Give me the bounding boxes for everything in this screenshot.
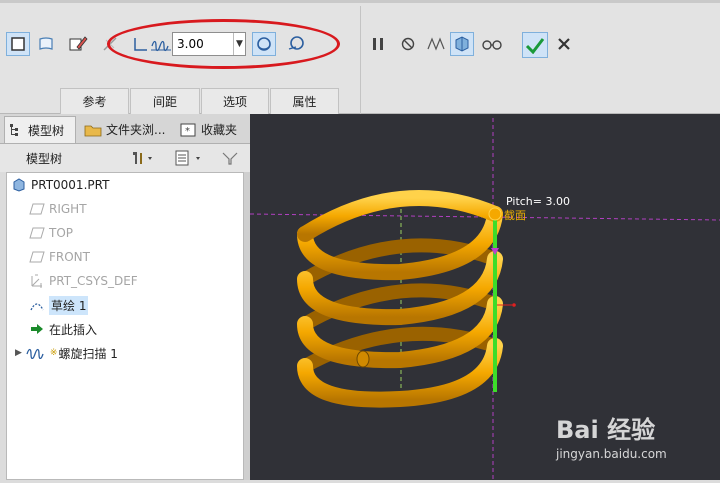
tree-item-insert-here[interactable]: 在此插入 (29, 319, 97, 339)
verify-mode-button[interactable] (450, 32, 474, 56)
solid-option-button[interactable] (6, 32, 30, 56)
tab-label: 属性 (292, 95, 317, 109)
tab-label: 参考 (82, 95, 107, 109)
tab-model-tree[interactable]: 模型树 (4, 116, 76, 143)
tools-icon (133, 152, 152, 164)
tree-item-front-plane[interactable]: FRONT (29, 247, 90, 267)
create-sketch-button[interactable] (66, 32, 90, 56)
surface-option-button[interactable] (34, 32, 58, 56)
helical-sweep-icon (26, 345, 46, 361)
tree-item-label: RIGHT (49, 202, 87, 216)
checkmark-icon (525, 38, 545, 54)
tree-item-label: 在此插入 (49, 322, 98, 337)
pause-button[interactable] (366, 32, 390, 56)
model-tree: PRT0001.PRT RIGHT TOP FRONT PRT_CSYS_DEF… (6, 172, 244, 480)
tab-options[interactable]: 选项 (201, 88, 269, 114)
baidu-watermark-logo: Bai 经验 (556, 416, 656, 444)
tree-item-label: 螺旋扫描 1 (58, 346, 118, 361)
tab-label: 收藏夹 (201, 123, 238, 137)
expand-arrow-icon[interactable]: ▶ (15, 348, 22, 358)
csys-icon (29, 273, 45, 289)
tree-item-sketch[interactable]: 草绘 1 (29, 295, 89, 315)
tree-item-label: PRT0001.PRT (31, 178, 110, 192)
sketch-icon (29, 297, 45, 313)
no-preview-button[interactable] (396, 32, 420, 56)
tree-item-helical-sweep[interactable]: ▶ ※ 螺旋扫描 1 (15, 343, 118, 363)
section-label: 截面 (504, 209, 526, 222)
tree-settings-button[interactable] (128, 147, 156, 169)
model-tree-title: 模型树 (26, 152, 63, 166)
tree-item-label: 草绘 1 (49, 295, 89, 315)
list-columns-icon (175, 150, 200, 166)
tab-properties[interactable]: 属性 (270, 88, 339, 114)
tree-item-csys[interactable]: PRT_CSYS_DEF (29, 271, 138, 291)
filter-icon (222, 152, 238, 165)
ribbon-top-border (0, 0, 720, 3)
sketch-pencil-icon (69, 36, 88, 51)
preview-feature-icon (427, 37, 445, 51)
cancel-button[interactable] (552, 32, 576, 56)
tree-item-part[interactable]: PRT0001.PRT (11, 175, 109, 195)
favorites-icon: * (180, 123, 196, 137)
tab-label: 选项 (222, 95, 247, 109)
model-tree-icon (10, 124, 18, 136)
group-divider (360, 6, 361, 114)
solid-icon (11, 37, 25, 51)
axis-marker-dot (512, 303, 516, 307)
geometry-preview-button[interactable] (480, 32, 504, 56)
pause-icon (373, 38, 383, 50)
close-icon (558, 38, 570, 50)
tree-item-label: FRONT (49, 250, 90, 264)
glasses-icon (482, 40, 502, 50)
tab-references[interactable]: 参考 (60, 88, 129, 114)
tab-folder-browser[interactable]: 文件夹浏... (80, 116, 170, 143)
tab-label: 文件夹浏... (106, 123, 166, 137)
no-preview-icon (401, 37, 415, 51)
part-icon (11, 177, 27, 193)
verify-cube-icon (455, 36, 469, 52)
new-feature-asterisk-icon: ※ (49, 348, 58, 358)
datum-plane-icon (29, 225, 45, 241)
svg-text:*: * (185, 126, 190, 137)
surface-icon (39, 37, 53, 50)
spring-end-section (356, 350, 370, 368)
tab-spacing[interactable]: 间距 (130, 88, 200, 114)
insert-arrow-icon (29, 321, 45, 337)
folder-icon (84, 125, 102, 136)
section-start-point[interactable] (488, 207, 502, 221)
datum-plane-icon (29, 249, 45, 265)
tree-item-top-plane[interactable]: TOP (29, 223, 73, 243)
tab-label: 间距 (152, 95, 177, 109)
filter-button[interactable] (218, 147, 242, 169)
red-annotation-ellipse (107, 19, 340, 69)
ok-button[interactable] (522, 32, 548, 58)
preview-feature-button[interactable] (424, 32, 448, 56)
tree-item-right-plane[interactable]: RIGHT (29, 199, 87, 219)
tab-favorites[interactable]: * 收藏夹 (176, 116, 246, 143)
baidu-watermark-url: jingyan.baidu.com (556, 447, 667, 461)
show-columns-button[interactable] (172, 147, 208, 169)
tab-label: 模型树 (28, 123, 65, 138)
datum-plane-icon (29, 201, 45, 217)
tree-item-label: TOP (49, 226, 74, 240)
tree-item-label: PRT_CSYS_DEF (49, 274, 138, 288)
